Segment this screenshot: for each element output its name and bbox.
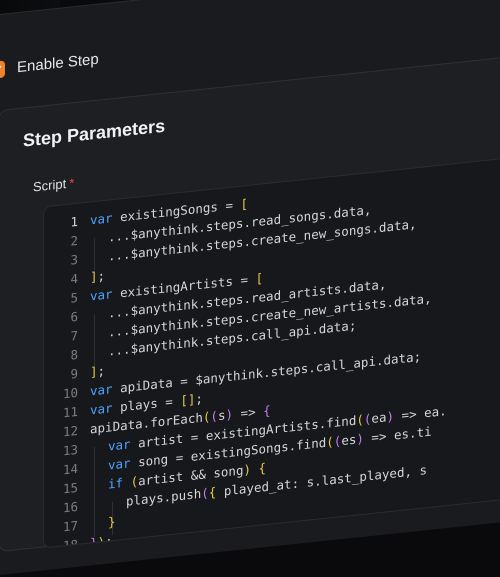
code-token: ( xyxy=(130,473,139,490)
script-label-text: Script xyxy=(33,176,67,195)
code-token: ) xyxy=(243,461,252,478)
code-text: ]; xyxy=(90,361,105,382)
code-token: ( xyxy=(326,433,334,450)
code-text: ]; xyxy=(90,266,105,287)
code-text: } xyxy=(108,512,116,532)
indent-guide xyxy=(94,238,95,271)
code-token: [] xyxy=(180,391,196,409)
step-editor-panel: Enable Step Step Parameters Script * 1 var… xyxy=(0,0,500,577)
code-token: { xyxy=(258,460,267,476)
code-token: => ea. xyxy=(394,403,447,424)
code-token: var xyxy=(90,210,113,228)
required-indicator: * xyxy=(69,175,75,191)
code-token: => xyxy=(233,403,264,422)
code-token: ] xyxy=(90,268,98,285)
checkmark-icon xyxy=(0,65,2,74)
code-token: ) xyxy=(356,430,364,447)
code-token: ; xyxy=(105,533,113,549)
line-number: 18 xyxy=(62,536,78,549)
code-token: ) xyxy=(225,406,234,423)
code-token: } xyxy=(90,534,98,549)
code-token: var xyxy=(90,286,113,304)
code-token: ea xyxy=(371,409,387,426)
code-token: { xyxy=(263,402,271,419)
code-token: ( xyxy=(210,408,218,424)
step-parameters-card: Step Parameters Script * 1 var existingSon… xyxy=(0,55,500,553)
code-token: ; xyxy=(97,267,106,284)
code-token: ) xyxy=(386,408,395,425)
indent-guide xyxy=(94,447,95,538)
step-settings-panel: Enable Step Step Parameters Script * 1 var… xyxy=(0,0,500,577)
script-field-label: Script * xyxy=(33,175,74,194)
code-text: }); xyxy=(90,531,113,548)
code-token: if xyxy=(108,475,124,492)
code-token: es xyxy=(341,431,357,449)
code-token: var xyxy=(90,400,113,418)
code-token: var xyxy=(108,455,131,473)
indent-guide xyxy=(94,314,95,367)
code-token: [ xyxy=(255,270,264,287)
code-token: var xyxy=(108,436,131,454)
code-token: ; xyxy=(195,390,203,407)
enable-step-label: Enable Step xyxy=(17,50,99,77)
code-token: apiData = $anythink.steps.call_api.data; xyxy=(112,348,422,397)
code-token: => es.ti xyxy=(363,423,432,446)
code-token: ] xyxy=(90,363,98,380)
code-token: ( xyxy=(201,485,209,501)
script-code-editor[interactable]: 1 var existingSongs = [2 ...$anythink.step… xyxy=(43,155,500,549)
enable-step-checkbox[interactable] xyxy=(0,60,5,80)
code-token: ) xyxy=(97,533,106,549)
step-parameters-title: Step Parameters xyxy=(23,115,166,151)
code-token: var xyxy=(90,381,113,399)
code-token: [ xyxy=(240,195,249,212)
code-token: ( xyxy=(356,411,364,428)
code-token: ; xyxy=(97,362,106,379)
code-token: } xyxy=(108,513,116,530)
enable-step-row[interactable]: Enable Step xyxy=(0,51,99,80)
